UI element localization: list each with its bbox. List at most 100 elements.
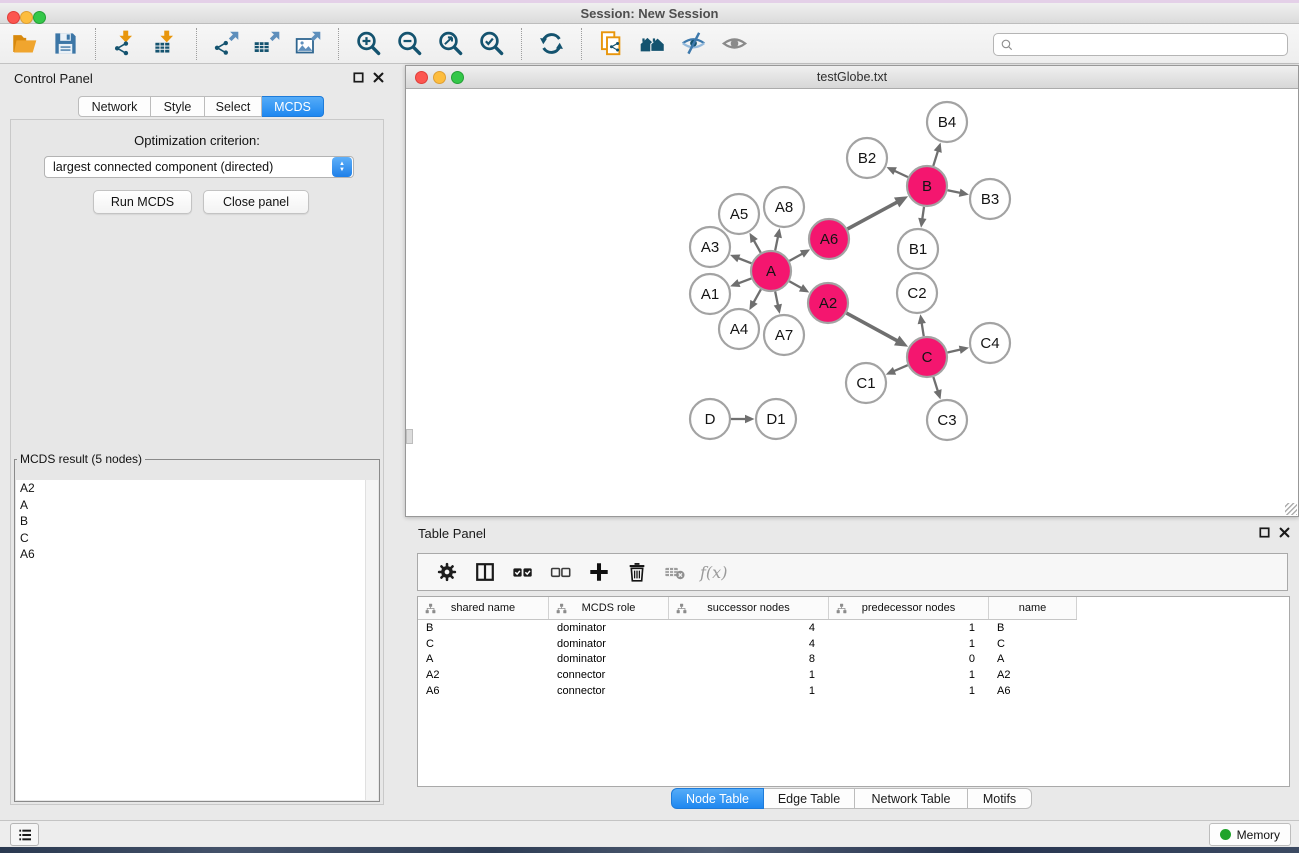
- table-row[interactable]: Adominator80A: [418, 651, 1289, 667]
- graph-node-B3[interactable]: B3: [970, 179, 1010, 219]
- network-window-titlebar[interactable]: testGlobe.txt: [406, 66, 1298, 89]
- graph-node-D[interactable]: D: [690, 399, 730, 439]
- graph-edge-A2-C[interactable]: [846, 313, 908, 347]
- graph-node-A4[interactable]: A4: [719, 309, 759, 349]
- graph-node-C[interactable]: C: [907, 337, 947, 377]
- memory-button[interactable]: Memory: [1209, 823, 1291, 846]
- column-header-shared-name[interactable]: shared name: [418, 597, 549, 619]
- column-visibility-button[interactable]: [466, 556, 504, 588]
- graph-edge-C-C3[interactable]: [933, 377, 941, 399]
- graph-edge-A-A8[interactable]: [774, 228, 782, 250]
- graph-node-A8[interactable]: A8: [764, 187, 804, 227]
- graph-edge-A-A1[interactable]: [730, 278, 751, 287]
- graph-edge-A-A5[interactable]: [750, 233, 761, 253]
- graph-edge-C-C4[interactable]: [947, 346, 969, 354]
- tab-edge-table[interactable]: Edge Table: [764, 788, 855, 809]
- network-canvas[interactable]: A A1 A2 A3 A4 A5 A6 A7 A8 B B1 B2 B3B4 C C1 C2 C3C4 D D1: [406, 89, 1298, 516]
- graph-node-B[interactable]: B: [907, 166, 947, 206]
- mcds-result-list[interactable]: A2ABCA6: [16, 480, 378, 800]
- tab-motifs[interactable]: Motifs: [968, 788, 1032, 809]
- graph-node-A7[interactable]: A7: [764, 315, 804, 355]
- add-row-button[interactable]: [580, 556, 618, 588]
- graph-node-B1[interactable]: B1: [898, 229, 938, 269]
- table-row[interactable]: A2connector11A2: [418, 667, 1289, 683]
- graph-node-C3[interactable]: C3: [927, 400, 967, 440]
- graph-edge-B-B2[interactable]: [886, 167, 907, 177]
- tab-mcds[interactable]: MCDS: [262, 96, 324, 117]
- task-history-button[interactable]: [10, 823, 39, 846]
- graph-node-A3[interactable]: A3: [690, 227, 730, 267]
- import-network-button[interactable]: [105, 26, 146, 62]
- graph-edge-D-D1[interactable]: [731, 415, 755, 423]
- graph-node-C1[interactable]: C1: [846, 363, 886, 403]
- search-input[interactable]: [1014, 34, 1287, 55]
- graph-node-C2[interactable]: C2: [897, 273, 937, 313]
- zoom-fit-button[interactable]: [430, 26, 471, 62]
- canvas-left-handle[interactable]: [406, 429, 413, 444]
- table-settings-button[interactable]: [428, 556, 466, 588]
- close-panel-button[interactable]: Close panel: [203, 190, 309, 214]
- graph-edge-A6-B[interactable]: [847, 196, 908, 229]
- run-mcds-button[interactable]: Run MCDS: [93, 190, 192, 214]
- tab-network-table[interactable]: Network Table: [855, 788, 968, 809]
- result-item[interactable]: A6: [16, 546, 378, 563]
- open-session-button[interactable]: [4, 26, 45, 62]
- tab-node-table[interactable]: Node Table: [671, 788, 764, 809]
- column-header-MCDS-role[interactable]: MCDS role: [549, 597, 669, 619]
- save-session-button[interactable]: [45, 26, 86, 62]
- table-row[interactable]: A6connector11A6: [418, 683, 1289, 699]
- tab-style[interactable]: Style: [151, 96, 205, 117]
- delete-row-button[interactable]: [618, 556, 656, 588]
- graph-edge-C-C2[interactable]: [918, 314, 926, 336]
- graph-node-C4[interactable]: C4: [970, 323, 1010, 363]
- export-network-button[interactable]: [206, 26, 247, 62]
- show-eye-button[interactable]: [714, 26, 755, 62]
- network-graph[interactable]: A A1 A2 A3 A4 A5 A6 A7 A8 B B1 B2 B3B4 C C1 C2 C3C4 D D1: [406, 89, 1296, 515]
- result-item[interactable]: C: [16, 530, 378, 547]
- result-item[interactable]: B: [16, 513, 378, 530]
- clone-network-button[interactable]: [591, 26, 632, 62]
- criterion-select[interactable]: largest connected component (directed) ▲…: [44, 156, 354, 178]
- graph-node-B2[interactable]: B2: [847, 138, 887, 178]
- graph-node-A1[interactable]: A1: [690, 274, 730, 314]
- hide-panel-button[interactable]: [673, 26, 714, 62]
- float-table-panel-icon[interactable]: [1259, 527, 1270, 538]
- graph-edge-C-C1[interactable]: [886, 365, 908, 374]
- graph-edge-A-A3[interactable]: [730, 254, 751, 263]
- close-table-panel-icon[interactable]: [1279, 527, 1290, 538]
- tab-network[interactable]: Network: [78, 96, 151, 117]
- graph-edge-B-B4[interactable]: [933, 143, 941, 166]
- graph-node-A2[interactable]: A2: [808, 283, 848, 323]
- zoom-in-button[interactable]: [348, 26, 389, 62]
- graph-edge-B-B3[interactable]: [948, 189, 969, 197]
- graph-node-A[interactable]: A: [751, 251, 791, 291]
- result-item[interactable]: A2: [16, 480, 378, 497]
- column-header-successor-nodes[interactable]: successor nodes: [669, 597, 829, 619]
- export-table-button[interactable]: [247, 26, 288, 62]
- column-header-predecessor-nodes[interactable]: predecessor nodes: [829, 597, 989, 619]
- graph-node-A6[interactable]: A6: [809, 219, 849, 259]
- select-all-button[interactable]: [504, 556, 542, 588]
- window-resize-grip[interactable]: [1285, 503, 1297, 515]
- graph-node-D1[interactable]: D1: [756, 399, 796, 439]
- graph-edge-B-B1[interactable]: [918, 207, 926, 228]
- home-view-button[interactable]: [632, 26, 673, 62]
- refresh-view-button[interactable]: [531, 26, 572, 62]
- tab-select[interactable]: Select: [205, 96, 262, 117]
- graph-node-B4[interactable]: B4: [927, 102, 967, 142]
- graph-edge-A-A4[interactable]: [749, 289, 760, 310]
- graph-edge-A-A7[interactable]: [774, 292, 782, 314]
- column-header-name[interactable]: name: [989, 597, 1077, 619]
- float-panel-icon[interactable]: [353, 72, 364, 83]
- import-table-button[interactable]: [146, 26, 187, 62]
- graph-edge-A-A6[interactable]: [789, 249, 810, 260]
- deselect-all-button[interactable]: [542, 556, 580, 588]
- result-scrollbar[interactable]: [365, 480, 378, 800]
- zoom-out-button[interactable]: [389, 26, 430, 62]
- close-panel-icon[interactable]: [373, 72, 384, 83]
- graph-edge-A-A2[interactable]: [789, 281, 809, 292]
- zoom-selected-button[interactable]: [471, 26, 512, 62]
- graph-node-A5[interactable]: A5: [719, 194, 759, 234]
- table-row[interactable]: Cdominator41C: [418, 636, 1289, 652]
- search-field[interactable]: [993, 33, 1288, 56]
